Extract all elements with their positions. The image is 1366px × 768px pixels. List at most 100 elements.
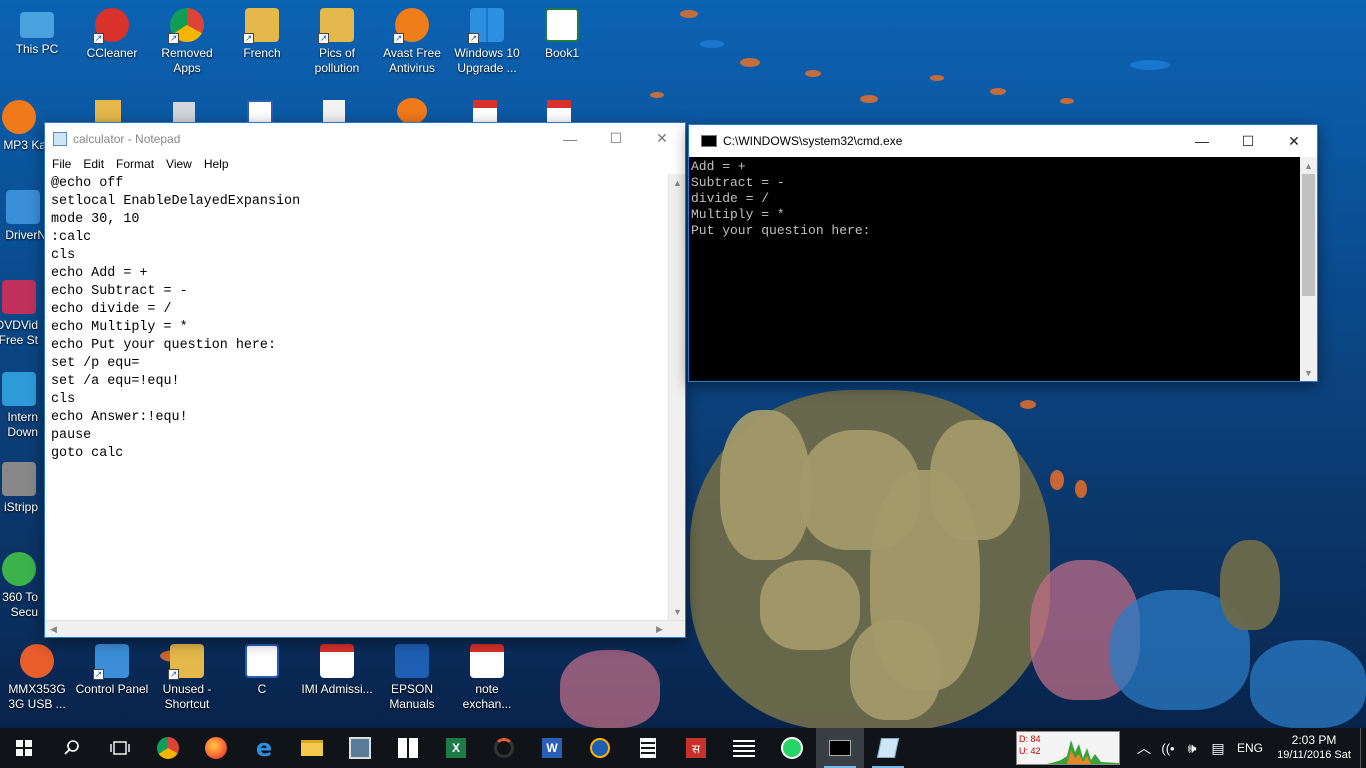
horizontal-scrollbar[interactable]: ◀ ▶ <box>45 620 685 637</box>
french-folder-icon[interactable]: ↗ French <box>225 8 299 61</box>
wifi-icon[interactable]: ((• <box>1156 741 1180 756</box>
taskbar-edge[interactable]: e <box>240 728 288 768</box>
task-view-icon <box>110 741 130 755</box>
pdf-file-icon <box>320 644 354 678</box>
language-indicator[interactable]: ENG <box>1232 741 1268 755</box>
taskbar-calculator[interactable] <box>624 728 672 768</box>
scroll-down-arrow-icon[interactable]: ▼ <box>669 603 686 620</box>
notepad-menubar: File Edit Format View Help <box>45 154 685 174</box>
folder-icon <box>301 740 323 756</box>
mmx-usb-icon[interactable]: MMX353G 3G USB ... <box>0 644 74 712</box>
unused-shortcut-icon[interactable]: ↗ Unused - Shortcut <box>150 644 224 712</box>
scroll-thumb[interactable] <box>1302 174 1315 296</box>
chrome-icon <box>157 737 179 759</box>
pics-of-pollution-icon[interactable]: ↗ Pics of pollution <box>300 8 374 76</box>
avast-logo-icon: ↗ <box>393 8 429 44</box>
language-app-icon: स <box>686 738 706 758</box>
taskbar-whatsapp[interactable] <box>768 728 816 768</box>
menu-view[interactable]: View <box>160 157 198 171</box>
scroll-left-arrow-icon[interactable]: ◀ <box>45 621 62 638</box>
net-upload-label: U: 42 <box>1019 746 1041 756</box>
taskbar-chrome[interactable] <box>144 728 192 768</box>
action-center-icon[interactable]: ▤ <box>1204 740 1232 757</box>
cmd-console-output[interactable]: Add = + Subtract = - divide = / Multiply… <box>689 157 1300 381</box>
edge-icon: e <box>255 734 273 762</box>
mp3-app-icon <box>2 100 36 134</box>
cmd-scrollbar[interactable]: ▲ ▼ <box>1300 157 1317 381</box>
clock-date: 19/11/2016 Sat <box>1277 749 1351 761</box>
avast-icon[interactable]: ↗ Avast Free Antivirus <box>375 8 449 76</box>
taskbar-app[interactable] <box>336 728 384 768</box>
menu-help[interactable]: Help <box>198 157 235 171</box>
pdf-file-icon <box>547 100 571 124</box>
driver-app-icon <box>6 190 40 224</box>
whatsapp-icon <box>781 737 803 759</box>
app-icon <box>349 737 371 759</box>
covered-icons-row <box>95 98 595 124</box>
taskbar-word[interactable]: W <box>528 728 576 768</box>
cmd-icon <box>829 740 851 756</box>
book1-icon[interactable]: Book1 <box>525 8 599 61</box>
menu-edit[interactable]: Edit <box>77 157 110 171</box>
removed-apps-icon[interactable]: ↗ Removed Apps <box>150 8 224 76</box>
taskbar-sanskrit-app[interactable]: स <box>672 728 720 768</box>
taskbar-firefox[interactable] <box>192 728 240 768</box>
close-button[interactable]: ✕ <box>1271 126 1317 157</box>
notepad-window: calculator - Notepad — ☐ ✕ File Edit For… <box>44 122 686 638</box>
task-view-button[interactable] <box>96 728 144 768</box>
show-hidden-icons-chevron-icon[interactable]: ︿ <box>1132 738 1156 758</box>
word-file-icon <box>245 644 279 678</box>
c-document-icon[interactable]: C <box>225 644 299 697</box>
icon-label: Control Panel <box>75 682 149 696</box>
epson-app-icon <box>395 644 429 678</box>
control-panel-icon[interactable]: ↗ Control Panel <box>75 644 149 697</box>
notepad-titlebar[interactable]: calculator - Notepad — ☐ ✕ <box>45 123 685 154</box>
taskbar-notepad[interactable] <box>864 728 912 768</box>
network-meter-widget[interactable]: D: 84 U: 42 <box>1016 731 1120 765</box>
scroll-up-arrow-icon[interactable]: ▲ <box>669 174 686 191</box>
firefox-icon <box>205 737 227 759</box>
imi-admission-icon[interactable]: IMI Admissi... <box>300 644 374 697</box>
vertical-scrollbar[interactable]: ▲ ▼ <box>668 174 685 620</box>
icon-label: French <box>243 46 281 60</box>
icon-label: CCleaner <box>86 46 138 60</box>
cmd-titlebar[interactable]: C:\WINDOWS\system32\cmd.exe — ☐ ✕ <box>689 125 1317 157</box>
volume-icon[interactable]: 🕪 <box>1180 740 1204 757</box>
folder-icon <box>95 100 121 124</box>
show-desktop-button[interactable] <box>1360 728 1366 768</box>
minimize-button[interactable]: — <box>1179 126 1225 157</box>
epson-manuals-icon[interactable]: EPSON Manuals <box>375 644 449 712</box>
scroll-up-arrow-icon[interactable]: ▲ <box>1300 157 1317 174</box>
scroll-down-arrow-icon[interactable]: ▼ <box>1300 364 1317 381</box>
maximize-button[interactable]: ☐ <box>1225 126 1271 157</box>
clock[interactable]: 2:03 PM 19/11/2016 Sat <box>1268 733 1360 763</box>
menu-file[interactable]: File <box>46 157 77 171</box>
icon-label: Pics of pollution <box>314 46 360 75</box>
windows-10-upgrade-icon[interactable]: ↗ Windows 10 Upgrade ... <box>450 8 524 76</box>
taskbar-app2[interactable] <box>480 728 528 768</box>
close-button[interactable]: ✕ <box>639 123 685 154</box>
taskbar-store[interactable] <box>384 728 432 768</box>
ccleaner-icon[interactable]: ↗ CCleaner <box>75 8 149 61</box>
net-download-label: D: 84 <box>1019 734 1041 744</box>
taskbar-file-explorer[interactable] <box>288 728 336 768</box>
media-player-icon <box>590 738 610 758</box>
taskbar-cmd[interactable] <box>816 728 864 768</box>
note-exchange-icon[interactable]: note exchan... <box>450 644 524 712</box>
pdf-file-icon <box>473 100 497 124</box>
icon-label: Avast Free Antivirus <box>383 46 441 75</box>
taskbar-media[interactable] <box>576 728 624 768</box>
taskbar-excel[interactable]: X <box>432 728 480 768</box>
taskbar-app3[interactable] <box>720 728 768 768</box>
taskbar: e X W स D: 84 U: 42 ︿ ((• 🕪 ▤ ENG 2:03 P… <box>0 728 1366 768</box>
menu-format[interactable]: Format <box>110 157 160 171</box>
scroll-right-arrow-icon[interactable]: ▶ <box>651 621 668 638</box>
minimize-button[interactable]: — <box>547 123 593 154</box>
notepad-text-area[interactable]: @echo off setlocal EnableDelayedExpansio… <box>45 174 668 620</box>
icon-label: Removed Apps <box>161 46 213 75</box>
security-shield-icon <box>2 552 36 586</box>
this-pc-icon[interactable]: This PC <box>0 8 74 57</box>
search-button[interactable] <box>48 728 96 768</box>
start-button[interactable] <box>0 728 48 768</box>
maximize-button[interactable]: ☐ <box>593 123 639 154</box>
